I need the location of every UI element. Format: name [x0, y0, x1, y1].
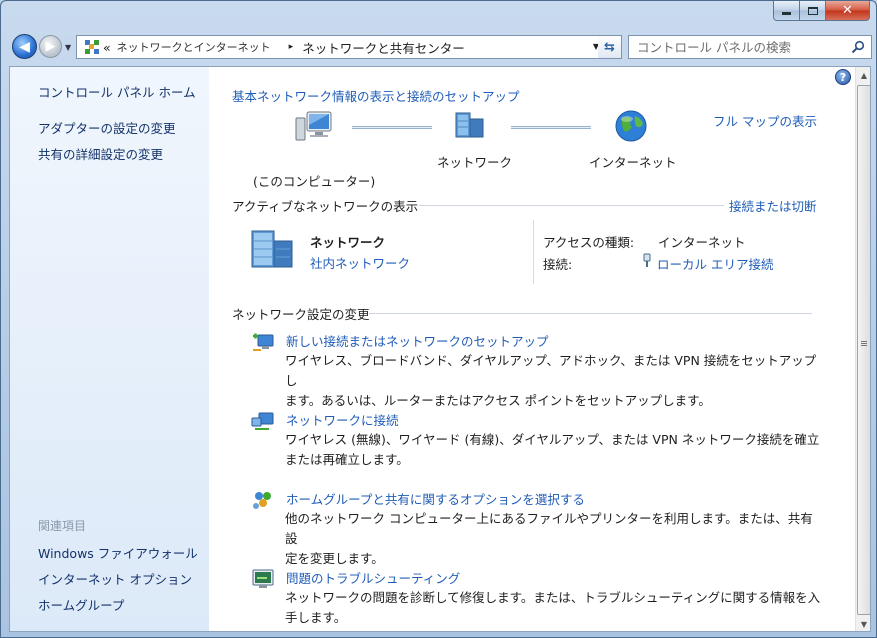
map-network-label: ネットワーク [437, 155, 513, 170]
main-panel: 基本ネットワーク情報の表示と接続のセットアップ フル マップの表示 (このコンピ… [209, 67, 855, 631]
local-area-connection-link[interactable]: ローカル エリア接続 [657, 254, 773, 273]
forward-button[interactable]: ▶ [39, 35, 62, 58]
map-link-line [511, 126, 591, 129]
grip-icon [861, 341, 867, 342]
refresh-button[interactable]: ⇆ [598, 35, 622, 59]
task-link-connect[interactable]: ネットワークに接続 [286, 410, 399, 429]
network-type-link[interactable]: 社内ネットワーク [310, 253, 410, 272]
task-desc: ワイヤレス (無線)、ワイヤード (有線)、ダイヤルアップ、または VPN ネッ… [285, 432, 820, 467]
control-panel-home-link[interactable]: コントロール パネル ホーム [38, 82, 196, 101]
active-networks-title: アクティブなネットワークの表示 [232, 199, 419, 214]
advanced-sharing-link[interactable]: 共有の詳細設定の変更 [38, 144, 163, 163]
scroll-thumb[interactable] [857, 85, 870, 615]
scroll-up-icon[interactable]: ▲ [856, 67, 870, 84]
caption-buttons: ✕ [773, 1, 870, 21]
access-type-label: アクセスの種類: [543, 235, 635, 250]
network-building-icon [251, 230, 293, 268]
address-overflow[interactable]: « [103, 40, 111, 55]
internet-options-link[interactable]: インターネット オプション [38, 569, 192, 588]
window: ✕ ◀ ▶ ▼ « ネットワークとインターネット ▸ ネットワークと共有センター… [0, 0, 877, 638]
network-icon [455, 112, 484, 138]
refresh-icon: ⇆ [604, 39, 615, 55]
task-link-troubleshoot[interactable]: 問題のトラブルシューティング [286, 568, 460, 587]
map-computer-label: (このコンピューター) [253, 174, 376, 189]
connect-disconnect-link[interactable]: 接続または切断 [729, 196, 817, 215]
map-internet-label: インターネット [589, 155, 677, 170]
maximize-icon [807, 6, 818, 15]
recent-pages-dropdown[interactable]: ▼ [65, 43, 71, 52]
network-center-icon [85, 40, 99, 54]
close-button[interactable]: ✕ [826, 1, 870, 21]
task-link-new-connection[interactable]: 新しい接続またはネットワークのセットアップ [286, 331, 549, 350]
search-box[interactable] [628, 35, 872, 59]
task-pane: コントロール パネル ホーム アダプターの設定の変更 共有の詳細設定の変更 関連… [10, 67, 209, 631]
crumb-arrow-icon[interactable]: ▸ [289, 42, 294, 52]
task-link-homegroup[interactable]: ホームグループと共有に関するオプションを選択する [286, 489, 585, 508]
address-crumb-current[interactable]: ネットワークと共有センター [302, 38, 465, 57]
task-desc: ワイヤレス、ブロードバンド、ダイヤルアップ、アドホック、または VPN 接続をセ… [285, 353, 817, 408]
active-network-name: ネットワーク [310, 235, 386, 250]
connections-label: 接続: [543, 257, 573, 272]
internet-globe-icon [615, 110, 647, 142]
navigation-bar: ◀ ▶ ▼ « ネットワークとインターネット ▸ ネットワークと共有センター ▼… [9, 31, 872, 63]
new-connection-icon [253, 333, 274, 351]
access-type-value: インターネット [658, 235, 746, 250]
content-area: コントロール パネル ホーム アダプターの設定の変更 共有の詳細設定の変更 関連… [9, 66, 871, 632]
firewall-link[interactable]: Windows ファイアウォール [38, 543, 198, 562]
section-divider [369, 313, 812, 314]
section-divider [419, 205, 724, 206]
scroll-down-icon[interactable]: ▼ [856, 616, 870, 631]
address-crumb[interactable]: ネットワークとインターネット [117, 39, 271, 55]
homegroup-link[interactable]: ホームグループ [38, 595, 124, 614]
task-desc: ネットワークの問題を診断して修復します。または、トラブルシューティングに関する情… [285, 590, 821, 625]
help-icon[interactable]: ? [835, 69, 851, 85]
task-desc: 他のネットワーク コンピューター上にあるファイルやプリンターを利用します。または… [285, 511, 813, 566]
back-button[interactable]: ◀ [12, 34, 37, 59]
related-header: 関連項目 [38, 519, 87, 533]
back-arrow-icon: ◀ [19, 38, 30, 55]
full-map-link[interactable]: フル マップの表示 [713, 111, 817, 130]
troubleshoot-icon [252, 569, 274, 588]
search-icon[interactable] [851, 40, 865, 54]
change-settings-title: ネットワーク設定の変更 [232, 307, 370, 322]
connect-network-icon [251, 412, 274, 430]
vertical-divider [533, 220, 534, 284]
minimize-button[interactable] [773, 1, 800, 21]
page-title: 基本ネットワーク情報の表示と接続のセットアップ [232, 89, 520, 104]
close-icon: ✕ [842, 3, 853, 18]
minimize-icon [782, 12, 791, 15]
maximize-button[interactable] [800, 1, 826, 21]
ethernet-plug-icon [643, 253, 651, 267]
homegroup-icon [253, 492, 271, 509]
address-bar[interactable]: « ネットワークとインターネット ▸ ネットワークと共有センター ▼ [76, 35, 607, 59]
adapter-settings-link[interactable]: アダプターの設定の変更 [38, 118, 176, 137]
computer-icon [295, 111, 332, 141]
forward-arrow-icon: ▶ [45, 39, 56, 54]
map-link-line [352, 126, 432, 129]
vertical-scrollbar[interactable]: ▲ ▼ [855, 67, 870, 631]
search-input[interactable] [637, 39, 842, 55]
